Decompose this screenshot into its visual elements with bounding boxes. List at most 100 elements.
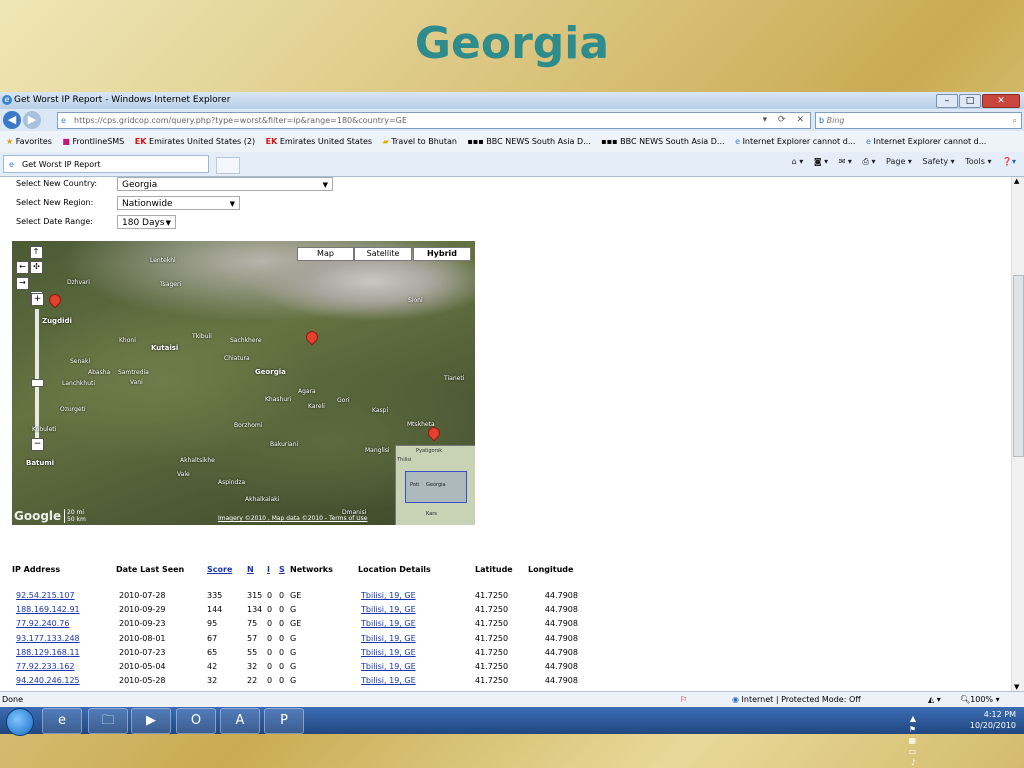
maximize-button[interactable]: □ <box>959 94 981 108</box>
ie-icon: e <box>2 95 12 105</box>
map-type-map-button[interactable]: Map <box>297 247 354 261</box>
map-copyright[interactable]: Imagery ©2010 , Map data ©2010 - Terms o… <box>218 515 367 522</box>
favorites-button[interactable]: ★ Favorites <box>6 131 52 152</box>
favorite-link[interactable]: EK Emirates United States (2) <box>135 131 255 152</box>
close-button[interactable]: ✕ <box>982 94 1020 108</box>
zoom-out-icon[interactable]: − <box>31 438 44 451</box>
tab-get-worst-ip-report[interactable]: e Get Worst IP Report <box>3 155 209 173</box>
col-s-sort-link[interactable]: S <box>279 560 290 578</box>
safety-menu[interactable]: Safety ▾ <box>923 157 955 166</box>
location-link[interactable]: Tbilisi, 19, GE <box>358 617 475 631</box>
search-icon[interactable]: ⌕ <box>1013 113 1017 128</box>
pan-center-icon[interactable]: ✣ <box>30 261 43 274</box>
tray-icons[interactable]: ▲ ⚑ ▦ ▭ ♪ <box>908 713 916 768</box>
col-n-sort-link[interactable]: N <box>247 560 267 578</box>
col-score-sort-link[interactable]: Score <box>207 560 247 578</box>
zone-status[interactable]: ◉ Internet | Protected Mode: Off <box>732 692 861 708</box>
scroll-up-icon[interactable]: ▲ <box>1014 177 1019 185</box>
taskbar-powerpoint-icon[interactable]: P <box>264 708 304 734</box>
date-range-select[interactable]: 180 Days ▼ <box>117 215 176 229</box>
date-cell: 2010-05-28 <box>119 676 166 686</box>
url-field[interactable]: e https://cps.gridcop.com/query.php?type… <box>57 112 811 129</box>
region-select[interactable]: Nationwide ▼ <box>117 196 240 210</box>
table-row: 92.54.215.107 2010-07-28 335 315 0 0 GE Tbilisi… <box>12 588 578 602</box>
pan-left-icon[interactable]: ← <box>16 261 29 274</box>
globe-icon: ◉ <box>732 695 739 704</box>
map-label: Sioni <box>408 297 423 304</box>
map-label: Akhaltsikhe <box>180 457 215 464</box>
clock-time[interactable]: 4:12 PM <box>970 709 1016 720</box>
start-button[interactable] <box>6 708 34 736</box>
n-cell: 55 <box>247 647 258 657</box>
pan-up-icon[interactable]: ↑ <box>29 246 43 259</box>
taskbar-media-player-icon[interactable]: ▶ <box>131 708 171 734</box>
pan-right-icon[interactable]: → <box>16 277 29 290</box>
taskbar-acrobat-icon[interactable]: A <box>220 708 260 734</box>
zoom-slider-thumb[interactable] <box>31 379 44 387</box>
map-label: Zugdidi <box>42 317 72 325</box>
back-icon[interactable]: ◀ <box>3 111 21 129</box>
scroll-down-icon[interactable]: ▼ <box>1014 683 1019 691</box>
refresh-stop-icons[interactable]: ▾ ⟳ ✕ <box>763 113 808 128</box>
privacy-icon[interactable]: ◭ ▾ <box>928 692 941 708</box>
help-icon[interactable]: ❓▾ <box>1002 157 1016 166</box>
location-link[interactable]: Tbilisi, 19, GE <box>358 645 475 659</box>
windows-taskbar: e 🗀 ▶ O A P ▲ ⚑ ▦ ▭ ♪ 4:12 PM 10/20/2010 <box>0 707 1024 767</box>
location-link[interactable]: Tbilisi, 19, GE <box>358 602 475 616</box>
country-select[interactable]: Georgia ▼ <box>117 177 333 191</box>
taskbar-explorer-icon[interactable]: 🗀 <box>88 708 128 734</box>
map-view[interactable]: Map Satellite Hybrid ↑ ←✣→ ↓ + − Lentekh… <box>12 241 475 525</box>
date-cell: 2010-08-01 <box>119 633 166 643</box>
zoom-in-icon[interactable]: + <box>31 293 44 306</box>
favorite-link[interactable]: e Internet Explorer cannot d... <box>735 131 855 152</box>
forward-icon[interactable]: ▶ <box>23 111 41 129</box>
map-type-satellite-button[interactable]: Satellite <box>354 247 412 261</box>
ek-icon: EK <box>134 137 147 146</box>
favorite-link[interactable]: e Internet Explorer cannot d... <box>866 131 986 152</box>
ip-link[interactable]: 94.240.246.125 <box>12 674 116 688</box>
map-label: Ozurgeti <box>60 406 86 413</box>
overview-map[interactable]: Pyatigorsk Thilisi Georgia Poti Kars <box>395 445 475 525</box>
clock-date[interactable]: 10/20/2010 <box>970 720 1016 731</box>
networks-cell: GE <box>290 590 302 600</box>
home-icon[interactable]: ⌂ ▾ <box>792 157 804 166</box>
location-link[interactable]: Tbilisi, 19, GE <box>358 659 475 673</box>
scrollbar-thumb[interactable] <box>1013 275 1024 457</box>
ip-link[interactable]: 188.129.168.11 <box>12 645 116 659</box>
favorite-link[interactable]: ▪▪▪ BBC NEWS South Asia D... <box>468 131 591 152</box>
ip-link[interactable]: 93.177.133.248 <box>12 631 116 645</box>
ip-link[interactable]: 92.54.215.107 <box>12 588 116 602</box>
location-link[interactable]: Tbilisi, 19, GE <box>358 588 475 602</box>
map-label: Samtredia <box>118 369 149 376</box>
ip-link[interactable]: 77.92.233.162 <box>12 659 116 673</box>
vertical-scrollbar[interactable]: ▲ ▼ <box>1011 177 1024 691</box>
favorite-link[interactable]: ▰ Travel to Bhutan <box>383 131 457 152</box>
location-link[interactable]: Tbilisi, 19, GE <box>358 631 475 645</box>
map-marker-pin[interactable] <box>303 328 321 346</box>
page-menu[interactable]: Page ▾ <box>886 157 912 166</box>
print-icon[interactable]: ⎙ ▾ <box>863 157 876 166</box>
taskbar-ie-icon[interactable]: e <box>42 708 82 734</box>
favorite-link[interactable]: ▪▪▪ BBC NEWS South Asia D... <box>601 131 724 152</box>
new-tab-button[interactable] <box>216 157 240 174</box>
ip-link[interactable]: 188.169.142.91 <box>12 602 116 616</box>
zoom-slider[interactable] <box>35 309 39 441</box>
taskbar-outlook-icon[interactable]: O <box>176 708 216 734</box>
score-cell: 65 <box>207 647 218 657</box>
favorite-link[interactable]: ■ FrontlineSMS <box>62 131 124 152</box>
col-i-sort-link[interactable]: I <box>267 560 279 578</box>
map-type-hybrid-button[interactable]: Hybrid <box>413 247 471 261</box>
table-row: 77.92.240.76 2010-09-23 95 75 0 0 GE Tbilisi, 1… <box>12 617 578 631</box>
location-link[interactable]: Tbilisi, 19, GE <box>358 674 475 688</box>
search-field[interactable]: b Bing ⌕ <box>815 112 1022 129</box>
status-bar: Done ⚐ ◉ Internet | Protected Mode: Off … <box>0 691 1024 708</box>
favorite-link[interactable]: EK Emirates United States <box>266 131 372 152</box>
mail-icon[interactable]: ✉ ▾ <box>839 157 852 166</box>
feeds-icon[interactable]: ◙ ▾ <box>814 157 828 166</box>
tools-menu[interactable]: Tools ▾ <box>965 157 991 166</box>
minimize-button[interactable]: – <box>936 94 958 108</box>
zoom-level[interactable]: 🔍︎100% ▾ <box>960 692 1000 708</box>
s-cell: 0 <box>279 633 285 643</box>
score-cell: 32 <box>207 676 218 686</box>
ip-link[interactable]: 77.92.240.76 <box>12 617 116 631</box>
